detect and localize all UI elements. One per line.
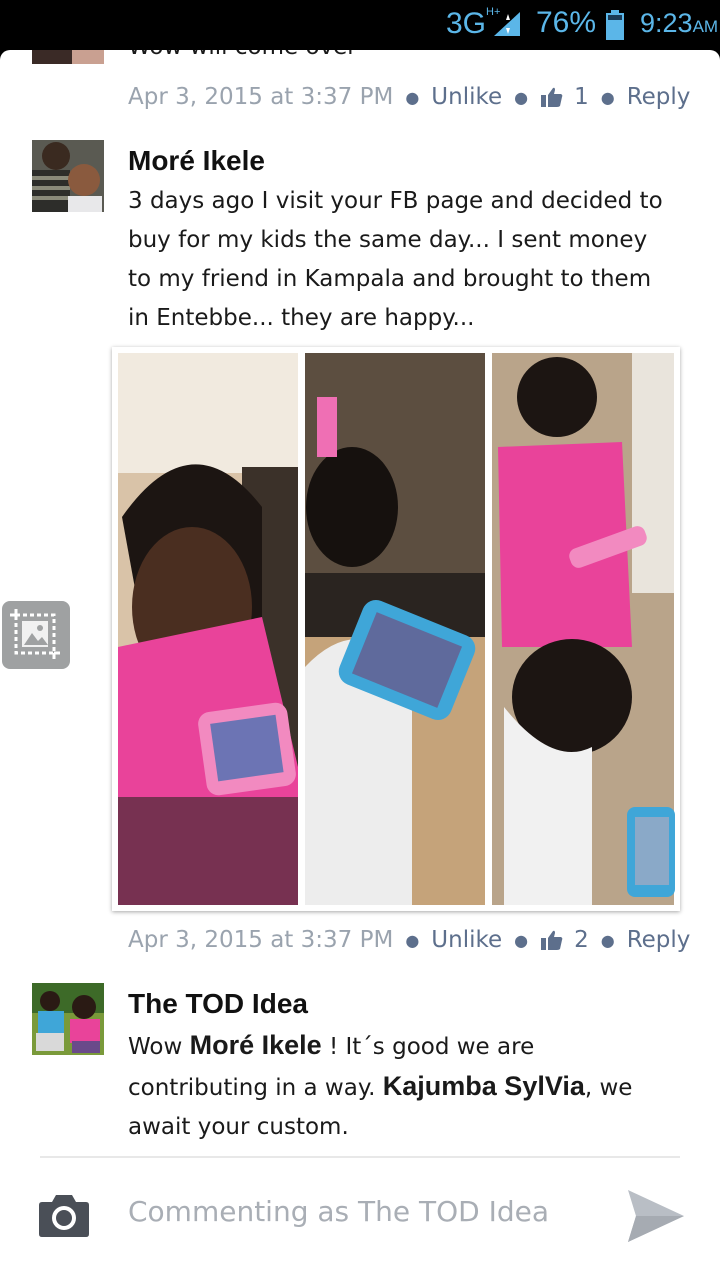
avatar[interactable] <box>32 140 104 212</box>
divider <box>40 1156 680 1158</box>
comment-text: Wow Moré Ikele ! It´s good we are contri… <box>128 1030 633 1140</box>
timestamp: Apr 3, 2015 at 3:37 PM <box>128 84 394 110</box>
comment-text: 3 days ago I visit your FB page and deci… <box>128 188 663 331</box>
comment-author[interactable]: Moré Ikele <box>128 145 265 177</box>
battery-percent: 76% <box>536 6 597 39</box>
like-count[interactable]: 1 <box>574 84 589 110</box>
like-count[interactable]: 2 <box>574 927 589 953</box>
mention-more-ikele[interactable]: Moré Ikele <box>190 1030 322 1060</box>
status-bar: 3GH+ 76% 9:23AM <box>0 0 720 48</box>
crop-image-icon <box>10 609 60 659</box>
thumbs-up-icon <box>541 930 563 950</box>
comment-text-cut: Wow will come over <box>128 50 668 67</box>
send-icon[interactable] <box>626 1188 686 1244</box>
avatar-partial <box>32 50 104 64</box>
reply-link[interactable]: Reply <box>627 927 691 953</box>
comments-sheet: Wow will come over Apr 3, 2015 at 3:37 P… <box>0 50 720 1280</box>
camera-icon[interactable] <box>38 1192 90 1238</box>
screenshot-float-button[interactable] <box>2 601 70 669</box>
comment-meta: Apr 3, 2015 at 3:37 PM ● Unlike ● 1 ● Re… <box>128 84 691 110</box>
thumbs-up-icon <box>541 87 563 107</box>
battery-icon <box>606 10 624 40</box>
mention-kajumba-sylvia[interactable]: Kajumba SylVia <box>383 1071 585 1101</box>
signal-icon <box>494 12 520 36</box>
reply-link[interactable]: Reply <box>627 84 691 110</box>
comment-author[interactable]: The TOD Idea <box>128 988 308 1020</box>
photo-collage <box>118 353 675 905</box>
timestamp: Apr 3, 2015 at 3:37 PM <box>128 927 394 953</box>
clock: 9:23AM <box>640 8 719 38</box>
unlike-link[interactable]: Unlike <box>431 84 502 110</box>
avatar[interactable] <box>32 983 104 1055</box>
unlike-link[interactable]: Unlike <box>431 927 502 953</box>
comment-photo[interactable] <box>112 347 680 911</box>
comment-input[interactable]: Commenting as The TOD Idea <box>128 1195 549 1228</box>
comment-meta: Apr 3, 2015 at 3:37 PM ● Unlike ● 2 ● Re… <box>128 927 691 953</box>
